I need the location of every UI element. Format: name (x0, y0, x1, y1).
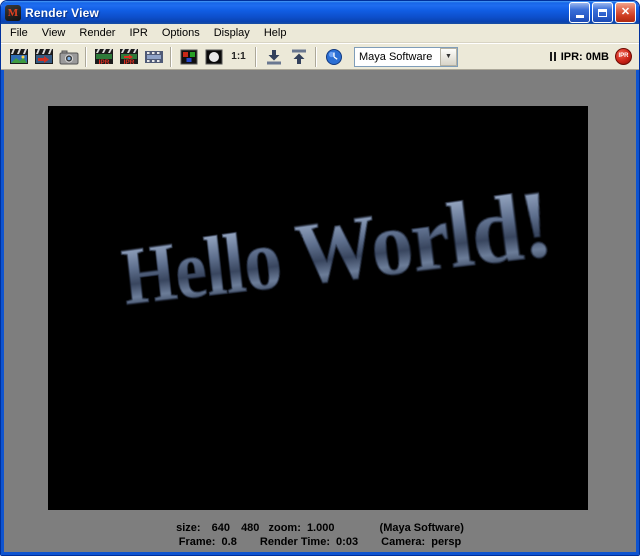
renderer-dropdown-value: Maya Software (359, 50, 433, 63)
menu-file[interactable]: File (3, 25, 35, 41)
ipr-stop-button[interactable]: IPR (615, 48, 632, 65)
camera-value: persp (431, 536, 462, 548)
ipr-render-current-frame-button[interactable]: IPR (91, 45, 116, 68)
renderer-dropdown[interactable]: Maya Software ▼ (354, 46, 458, 67)
toolbar-separator (315, 46, 317, 67)
status-line-frame: Frame: 0.8 Render Time: 0:03 Camera: per… (4, 536, 636, 548)
titlebar[interactable]: M Render View ✕ (1, 1, 639, 24)
toolbar-separator (170, 46, 172, 67)
remove-image-icon (291, 49, 306, 64)
render-current-frame-icon (9, 48, 28, 64)
frame-value: 0.8 (221, 536, 237, 548)
render-view-window: M Render View ✕ File View Render IPR Opt… (0, 0, 640, 556)
zoom-value: 1.000 (306, 522, 335, 534)
maya-app-icon: M (5, 4, 21, 21)
menu-ipr[interactable]: IPR (122, 25, 154, 41)
menu-view[interactable]: View (35, 25, 73, 41)
render-time-value: 0:03 (336, 536, 359, 548)
redo-previous-ipr-render-button[interactable]: IPR (116, 45, 141, 68)
close-icon: ✕ (620, 6, 631, 18)
svg-text:IPR: IPR (123, 59, 134, 66)
image-height: 480 (241, 522, 260, 534)
display-alpha-channel-icon (205, 49, 222, 64)
menu-display[interactable]: Display (207, 25, 257, 41)
open-render-globals-button[interactable] (321, 45, 346, 68)
refresh-ipr-image-icon (144, 50, 163, 63)
menu-help[interactable]: Help (257, 25, 294, 41)
menubar: File View Render IPR Options Display Hel… (1, 24, 639, 43)
maximize-button[interactable] (592, 2, 613, 23)
chevron-down-icon[interactable]: ▼ (440, 47, 457, 66)
ipr-memory-status: IPR: 0MB (560, 50, 609, 63)
menu-options[interactable]: Options (155, 25, 207, 41)
snapshot-camera-icon (59, 50, 78, 64)
ipr-pause-icon[interactable] (549, 52, 556, 61)
real-size-label: 1:1 (231, 51, 246, 62)
snapshot-button[interactable] (56, 45, 81, 68)
render-time-label: Render Time: (259, 536, 330, 548)
render-viewport: Hello World! size: 640 480 zoom: 1.000 (… (1, 70, 639, 555)
render-current-frame-button[interactable] (6, 45, 31, 68)
render-globals-icon (325, 48, 342, 65)
menu-render[interactable]: Render (72, 25, 122, 41)
display-alpha-channel-button[interactable] (201, 45, 226, 68)
minimize-button[interactable] (569, 2, 590, 23)
renderer-note: (Maya Software) (379, 522, 464, 534)
toolbar-separator (255, 46, 257, 67)
size-label: size: (176, 522, 201, 534)
keep-image-icon (266, 49, 281, 64)
status-bar: size: 640 480 zoom: 1.000 (Maya Software… (4, 520, 636, 548)
remove-image-button[interactable] (286, 45, 311, 68)
redo-previous-ipr-render-icon: IPR (119, 48, 138, 66)
rendered-image-canvas[interactable]: Hello World! (48, 106, 588, 510)
image-width: 640 (211, 522, 230, 534)
real-size-button[interactable]: 1:1 (226, 45, 251, 68)
maximize-icon (598, 8, 607, 17)
display-rgb-channels-button[interactable] (176, 45, 201, 68)
frame-label: Frame: (178, 536, 216, 548)
display-rgb-channels-icon (180, 49, 197, 64)
ipr-render-current-frame-icon: IPR (94, 48, 113, 66)
zoom-label: zoom: (268, 522, 301, 534)
toolbar: IPR IPR 1:1 Maya Software ▼ IPR: 0MB IPR (1, 43, 639, 70)
camera-label: Camera: (381, 536, 426, 548)
redo-previous-render-icon (34, 48, 53, 64)
keep-image-button[interactable] (261, 45, 286, 68)
window-title: Render View (25, 5, 100, 20)
refresh-ipr-image-button[interactable] (141, 45, 166, 68)
redo-previous-render-button[interactable] (31, 45, 56, 68)
minimize-icon (575, 15, 584, 18)
toolbar-separator (85, 46, 87, 67)
status-line-size: size: 640 480 zoom: 1.000 (Maya Software… (4, 522, 636, 534)
close-button[interactable]: ✕ (615, 2, 636, 23)
svg-text:IPR: IPR (98, 59, 109, 66)
rendered-hello-world-text: Hello World! (80, 160, 588, 328)
